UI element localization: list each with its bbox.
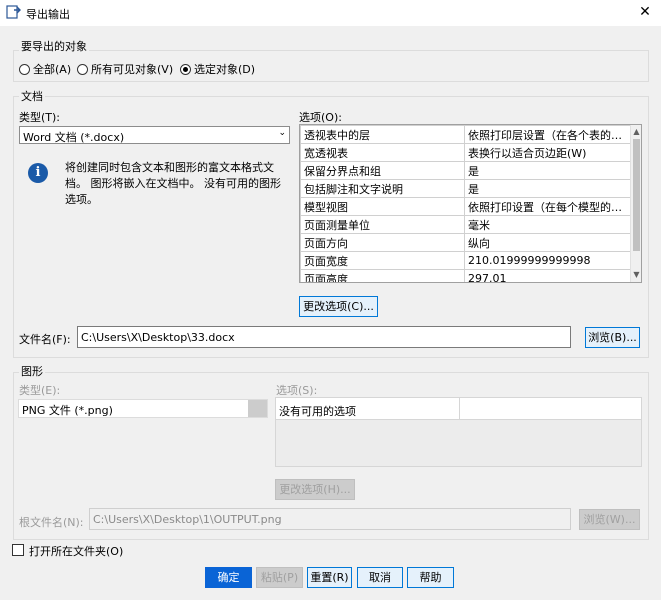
radio-dot[interactable] [19,63,30,75]
title-bar: 导出输出 ✕ [0,0,661,26]
option-name: 页面测量单位 [300,215,465,234]
option-name: 模型视图 [300,197,465,216]
graphics-type-value: PNG 文件 (*.png) [22,404,113,417]
radio-all-label: 全部(A) [33,63,72,76]
option-value[interactable]: 是 [464,179,631,198]
close-icon[interactable]: ✕ [636,3,654,21]
graphics-change-options-button[interactable]: 更改选项(H)... [275,479,355,500]
file-name-value: C:\Users\X\Desktop\33.docx [81,331,235,344]
table-row[interactable]: 宽透视表 表换行以适合页边距(W) [300,143,631,162]
open-folder-checkbox[interactable] [12,544,24,556]
help-button[interactable]: 帮助 [407,567,454,588]
table-row[interactable]: 保留分界点和组是 [300,161,631,180]
table-row[interactable]: 页面宽度 210.01999999999998 [300,251,631,270]
option-name: 包括脚注和文字说明 [300,179,465,198]
option-value[interactable]: 纵向 [464,233,631,252]
table-row[interactable]: 页面测量单位 毫米 [300,215,631,234]
doc-browse-button[interactable]: 浏览(B)... [585,327,640,348]
option-value[interactable]: 是 [464,161,631,180]
root-file-value: C:\Users\X\Desktop\1\OUTPUT.png [93,513,282,526]
doc-options-table: 透视表中的层 依照打印层设置（在各个表的… 宽透视表 表换行以适合页边距(W) 保留… [300,125,631,282]
radio-visible-label: 所有可见对象(V) [91,63,174,76]
file-name-input[interactable]: C:\Users\X\Desktop\33.docx [77,326,571,348]
doc-info-text: 将创建同时包含文本和图形的富文本格式文档。 图形将嵌入在文档中。 没有可用的图形… [65,161,281,206]
doc-options-grid[interactable]: 透视表中的层 依照打印层设置（在各个表的… 宽透视表 表换行以适合页边距(W) 保留… [299,124,642,283]
radio-dot-selected[interactable] [180,63,191,75]
graphics-options-row: 没有可用的选项 [276,398,641,420]
option-name: 页面宽度 [300,251,465,270]
options-scrollbar[interactable]: ▲ ▼ [630,125,641,282]
graphics-options-panel: 没有可用的选项 [275,397,642,467]
option-value[interactable]: 表换行以适合页边距(W) [464,143,631,162]
export-objects-label: 要导出的对象 [19,38,89,54]
radio-dot[interactable] [77,63,88,75]
doc-options-label: 选项(O): [299,111,342,124]
graphics-type-select[interactable]: PNG 文件 (*.png) [18,399,268,418]
graphics-label: 图形 [19,363,45,379]
radio-visible[interactable]: 所有可见对象(V) [77,61,173,77]
scroll-down-icon[interactable]: ▼ [631,270,641,279]
window-title: 导出输出 [26,8,70,21]
chevron-down-icon: ⌄ [278,128,286,138]
table-row[interactable]: 页面方向 纵向 [300,233,631,252]
graphics-options-row-text: 没有可用的选项 [279,405,356,418]
radio-selected[interactable]: 选定对象(D) [180,61,255,77]
graphics-options-label: 选项(S): [276,384,318,397]
graphics-options-divider [459,398,460,419]
option-name: 保留分界点和组 [300,161,465,180]
option-value[interactable]: 依照打印层设置（在各个表的… [464,125,631,144]
open-folder-label[interactable]: 打开所在文件夹(O) [29,543,123,559]
table-row[interactable]: 页面高度 297.01 [300,269,631,282]
scroll-thumb[interactable] [633,139,640,251]
doc-type-select[interactable]: Word 文档 (*.docx) ⌄ [19,126,290,144]
radio-selected-label: 选定对象(D) [194,63,256,76]
option-value[interactable]: 297.01 [464,269,631,282]
table-row[interactable]: 透视表中的层 依照打印层设置（在各个表的… [300,125,631,144]
table-row[interactable]: 模型视图 依照打印设置（在每个模型的… [300,197,631,216]
scroll-up-icon[interactable]: ▲ [631,127,641,136]
option-value[interactable]: 毫米 [464,215,631,234]
ok-button[interactable]: 确定 [205,567,252,588]
option-name: 宽透视表 [300,143,465,162]
cancel-button[interactable]: 取消 [357,567,403,588]
root-file-label: 根文件名(N): [19,516,84,529]
option-value[interactable]: 依照打印设置（在每个模型的… [464,197,631,216]
graphics-browse-button[interactable]: 浏览(W)... [579,509,640,530]
table-row[interactable]: 包括脚注和文字说明是 [300,179,631,198]
app-icon [6,5,21,19]
graphics-type-dropdown-button[interactable] [248,400,267,417]
doc-type-value: Word 文档 (*.docx) [23,131,125,144]
radio-all[interactable]: 全部(A) [19,61,71,77]
reset-button[interactable]: 重置(R) [307,567,352,588]
option-value[interactable]: 210.01999999999998 [464,251,631,270]
option-name: 页面高度 [300,269,465,282]
root-file-input[interactable]: C:\Users\X\Desktop\1\OUTPUT.png [89,508,571,530]
option-name: 透视表中的层 [300,125,465,144]
paste-button[interactable]: 粘贴(P) [256,567,303,588]
file-name-label: 文件名(F): [19,333,71,346]
option-name: 页面方向 [300,233,465,252]
doc-change-options-button[interactable]: 更改选项(C)... [299,296,378,317]
info-icon: i [28,163,48,183]
doc-type-label: 类型(T): [19,111,61,124]
graphics-type-label: 类型(E): [19,384,61,397]
document-label: 文档 [19,88,45,104]
